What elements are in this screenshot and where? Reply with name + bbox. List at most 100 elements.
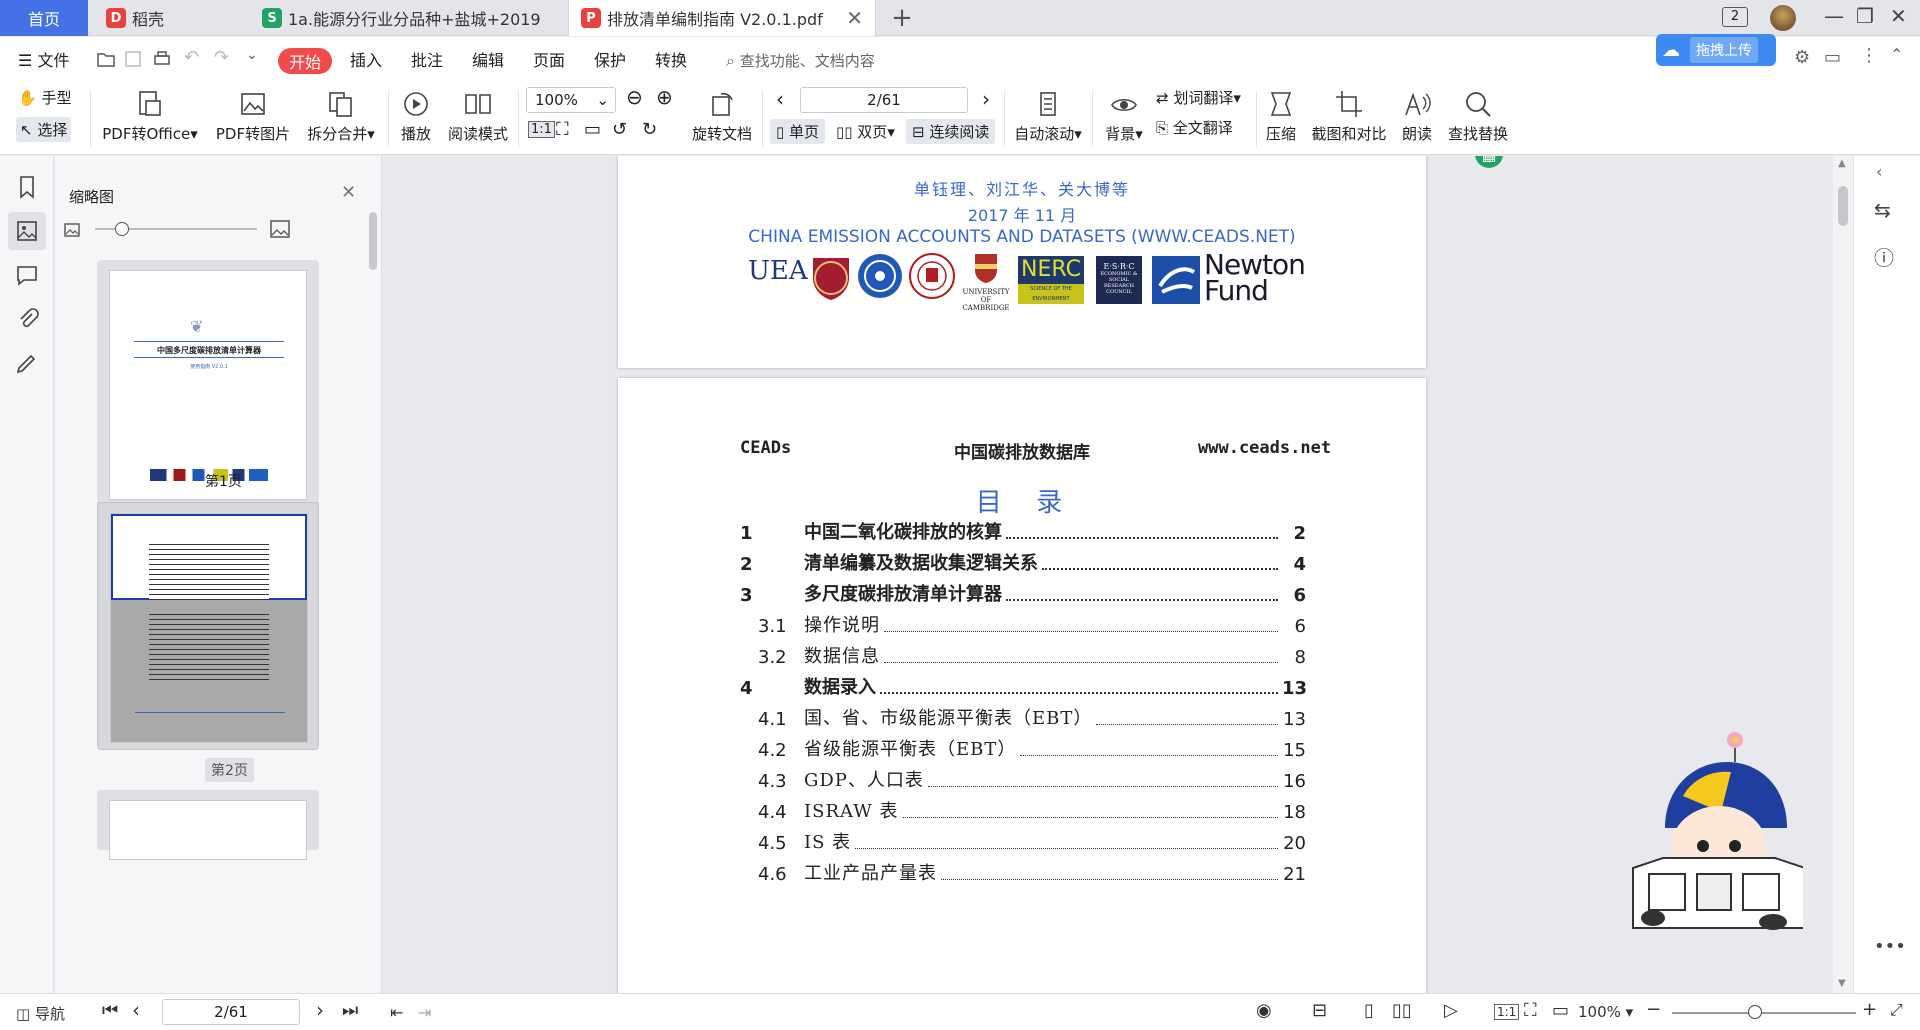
open-folder-icon[interactable] <box>96 50 116 68</box>
tab-edit[interactable]: 编辑 <box>472 47 504 71</box>
zoom-out-status-icon[interactable]: − <box>1646 999 1661 1020</box>
document-scrollbar[interactable]: ▲ ▼ <box>1833 156 1853 993</box>
play-button[interactable]: 播放 <box>396 89 436 144</box>
actual-size-status-icon[interactable]: 1:1 <box>1494 1004 1520 1020</box>
zoom-out-icon[interactable]: ⊖ <box>626 85 643 109</box>
tab-insert[interactable]: 插入 <box>350 47 382 71</box>
fit-page-icon[interactable]: ⛶ <box>556 119 569 140</box>
background-button[interactable]: 背景▾ <box>1102 89 1146 144</box>
tab-convert[interactable]: 转换 <box>655 47 687 71</box>
rotate-right-icon[interactable]: ↻ <box>642 119 657 140</box>
more-vertical-icon[interactable]: ⋮ <box>1860 45 1878 66</box>
thumbnail-size-slider-handle[interactable] <box>115 222 129 236</box>
navigation-toggle[interactable]: ◫ 导航 <box>16 1003 65 1024</box>
document-scroll-thumb[interactable] <box>1838 186 1848 226</box>
zoom-slider-handle[interactable] <box>1748 1005 1762 1019</box>
attachment-icon[interactable] <box>14 306 40 332</box>
prev-page-icon[interactable]: ‹ <box>776 87 784 111</box>
toc-entry[interactable]: 4 数据录入 13 <box>740 673 1307 699</box>
toc-entry[interactable]: 4.5 IS 表 20 <box>740 828 1306 854</box>
fit-page-status-icon[interactable]: ⛶ <box>1524 1000 1537 1021</box>
collapse-ribbon-icon[interactable]: ⌃ <box>1890 45 1903 64</box>
compress-button[interactable]: 压缩 <box>1262 89 1300 144</box>
avatar[interactable] <box>1770 5 1796 31</box>
split-merge-button[interactable]: 拆分合并▾ <box>304 89 378 144</box>
undo-icon[interactable]: ↶ <box>184 47 199 68</box>
collapse-rail-icon[interactable]: ‹ <box>1876 162 1882 181</box>
close-tab-icon[interactable]: ✕ <box>846 6 863 30</box>
small-thumbnail-icon[interactable] <box>63 222 81 238</box>
convert-rail-icon[interactable]: ⇆ <box>1874 198 1891 222</box>
next-page-status-icon[interactable]: › <box>316 998 324 1022</box>
feedback-icon[interactable]: ▭ <box>1824 47 1841 68</box>
single-page-button[interactable]: ▯ 单页 <box>770 119 826 144</box>
double-page-button[interactable]: ▯▯ 双页▾ <box>836 121 895 142</box>
toc-entry[interactable]: 3 多尺度碳排放清单计算器 6 <box>740 580 1306 606</box>
continuous-read-button[interactable]: ⊟ 连续阅读 <box>906 119 996 144</box>
tab-start[interactable]: 开始 <box>278 48 332 74</box>
toc-entry[interactable]: 4.2 省级能源平衡表（EBT） 15 <box>740 735 1306 761</box>
settings-gear-icon[interactable]: ⚙ <box>1794 47 1810 68</box>
close-window-icon[interactable]: ✕ <box>1890 4 1907 28</box>
zoom-in-icon[interactable]: ⊕ <box>656 85 673 109</box>
single-page-status-icon[interactable]: ▯ <box>1364 1000 1374 1021</box>
toc-entry[interactable]: 1 中国二氧化碳排放的核算 2 <box>740 518 1306 544</box>
save-icon[interactable] <box>124 50 142 68</box>
large-thumbnail-icon[interactable] <box>269 219 291 239</box>
actual-size-icon[interactable]: 1:1 <box>528 121 555 138</box>
redo-icon[interactable]: ↷ <box>214 47 229 68</box>
hand-tool-button[interactable]: ✋ 手型 <box>18 87 71 108</box>
toc-entry[interactable]: 4.1 国、省、市级能源平衡表（EBT） 13 <box>740 704 1306 730</box>
word-translate-button[interactable]: ⇄ 划词翻译▾ <box>1156 87 1241 108</box>
full-translate-button[interactable]: ⎘ 全文翻译 <box>1156 117 1233 138</box>
thumbnail-icon[interactable] <box>14 218 40 244</box>
search-function-input[interactable]: ⌕ 查找功能、文档内容 <box>726 50 875 71</box>
zoom-slider-track[interactable] <box>1672 1012 1856 1014</box>
fit-width-icon[interactable]: ▭ <box>584 119 601 140</box>
pdf-to-image-button[interactable]: PDF转图片 <box>214 89 292 144</box>
table-extract-icon[interactable]: ▦ <box>1475 156 1503 168</box>
forward-icon[interactable]: ⇥ <box>418 1003 431 1022</box>
comment-icon[interactable] <box>14 262 40 288</box>
bookmark-icon[interactable] <box>14 174 40 200</box>
toc-entry[interactable]: 3.2 数据信息 8 <box>740 642 1306 668</box>
fullscreen-icon[interactable]: ⤢ <box>1890 1000 1903 1020</box>
tab-home[interactable]: 首页 <box>0 0 88 36</box>
more-horizontal-icon[interactable]: ••• <box>1874 936 1906 957</box>
auto-scroll-button[interactable]: 自动滚动▾ <box>1012 89 1084 144</box>
first-page-icon[interactable]: ⏮ <box>102 1000 118 1021</box>
tab-page[interactable]: 页面 <box>533 47 565 71</box>
rotate-left-icon[interactable]: ↺ <box>612 119 627 140</box>
toc-entry[interactable]: 4.4 ISRAW 表 18 <box>740 797 1306 823</box>
last-page-icon[interactable]: ⏭ <box>342 1000 358 1021</box>
minimize-icon[interactable]: — <box>1824 4 1844 28</box>
new-tab-button[interactable]: + <box>884 0 920 36</box>
tab-annotate[interactable]: 批注 <box>411 47 443 71</box>
help-icon[interactable]: ⓘ <box>1874 242 1894 271</box>
toc-entry[interactable]: 4.6 工业产品产量表 21 <box>740 859 1306 885</box>
signature-icon[interactable] <box>14 350 40 376</box>
eye-protection-icon[interactable]: ◉ <box>1256 1000 1272 1021</box>
status-page-input[interactable]: 2/61 <box>162 999 300 1025</box>
prev-page-status-icon[interactable]: ‹ <box>132 998 140 1022</box>
thumbnail-scrollbar[interactable] <box>369 212 377 270</box>
tab-daoke[interactable]: D 稻壳 <box>98 0 250 36</box>
print-icon[interactable] <box>152 50 172 68</box>
find-replace-button[interactable]: 查找替换 <box>1446 89 1510 144</box>
back-icon[interactable]: ⇤ <box>390 1003 403 1022</box>
status-zoom-select[interactable]: 100% ▾ <box>1578 1003 1633 1021</box>
zoom-in-status-icon[interactable]: + <box>1862 999 1877 1020</box>
fit-width-status-icon[interactable]: ▭ <box>1552 1000 1569 1021</box>
zoom-select[interactable]: 100% ⌄ <box>526 87 616 113</box>
tab-protect[interactable]: 保护 <box>594 47 626 71</box>
read-aloud-button[interactable]: 朗读 <box>1398 89 1436 144</box>
toc-entry[interactable]: 4.3 GDP、人口表 16 <box>740 766 1306 792</box>
thumbnail-page-3[interactable] <box>97 790 319 860</box>
screenshot-compare-button[interactable]: 截图和对比 <box>1310 89 1388 144</box>
select-tool-button[interactable]: ↖ 选择 <box>16 117 72 142</box>
rotate-document-button[interactable]: 旋转文档 <box>688 89 756 144</box>
document-viewport[interactable]: 单钰理、刘江华、关大博等 2017 年 11 月 CHINA EMISSION … <box>383 156 1853 993</box>
file-menu[interactable]: ☰ 文件 <box>18 47 69 71</box>
pdf-to-office-button[interactable]: PDF转Office▾ <box>102 89 198 144</box>
page-number-input[interactable]: 2/61 <box>800 87 968 113</box>
